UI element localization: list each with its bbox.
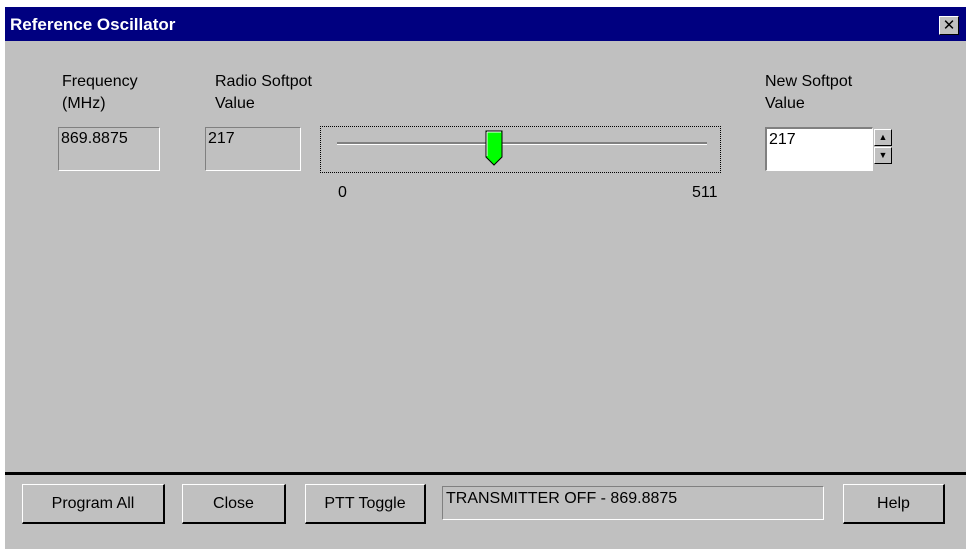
frequency-label-line2: (MHz) [62, 95, 106, 112]
radio-softpot-label-line1: Radio Softpot [215, 73, 312, 90]
new-softpot-label-line2: Value [765, 95, 805, 112]
window-title: Reference Oscillator [10, 15, 176, 34]
status-text: TRANSMITTER OFF - 869.8875 [442, 486, 824, 520]
spin-down-button[interactable]: ▼ [874, 147, 892, 164]
frequency-value: 869.8875 [58, 127, 160, 171]
spin-up-icon: ▲ [878, 132, 888, 142]
divider [5, 472, 966, 475]
reference-oscillator-dialog: Reference Oscillator ✕ Frequency (MHz) 8… [5, 7, 966, 549]
ptt-toggle-button[interactable]: PTT Toggle [305, 484, 426, 524]
spin-down-icon: ▼ [878, 150, 888, 160]
close-icon: ✕ [942, 17, 956, 34]
close-window-button[interactable]: ✕ [939, 16, 959, 35]
help-button[interactable]: Help [843, 484, 945, 524]
new-softpot-label: New Softpot Value [765, 71, 852, 115]
softpot-slider[interactable] [320, 126, 721, 173]
spin-up-button[interactable]: ▲ [874, 129, 892, 146]
close-button[interactable]: Close [182, 484, 286, 524]
slider-max-label: 511 [692, 184, 718, 201]
frequency-label-line1: Frequency [62, 73, 138, 90]
title-bar[interactable]: Reference Oscillator ✕ [5, 7, 966, 41]
radio-softpot-value: 217 [205, 127, 301, 171]
new-softpot-input[interactable]: 217 [765, 127, 873, 171]
slider-thumb[interactable] [485, 130, 503, 166]
slider-track [337, 142, 707, 145]
radio-softpot-label: Radio Softpot Value [215, 71, 312, 115]
frequency-label: Frequency (MHz) [62, 71, 138, 115]
slider-min-label: 0 [338, 184, 347, 201]
new-softpot-label-line1: New Softpot [765, 73, 853, 90]
radio-softpot-label-line2: Value [215, 95, 255, 112]
program-all-button[interactable]: Program All [22, 484, 165, 524]
